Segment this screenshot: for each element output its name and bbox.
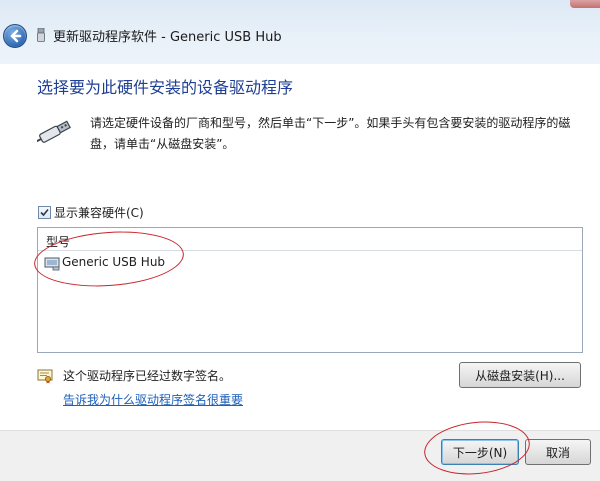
list-item-label: Generic USB Hub	[62, 255, 166, 269]
hardware-device-icon	[44, 257, 60, 271]
page-heading: 选择要为此硬件安装的设备驱动程序	[37, 78, 294, 97]
usb-plug-icon	[37, 120, 71, 143]
model-list[interactable]: 型号 Generic USB Hub	[37, 227, 583, 353]
signing-info-link[interactable]: 告诉我为什么驱动程序签名很重要	[63, 391, 243, 408]
next-button[interactable]: 下一步(N)	[441, 439, 519, 465]
back-button[interactable]	[3, 24, 27, 48]
back-arrow-icon	[10, 29, 22, 43]
cancel-button[interactable]: 取消	[525, 439, 591, 465]
checkmark-icon	[40, 208, 49, 217]
show-compatible-label[interactable]: 显示兼容硬件(C)	[54, 204, 144, 221]
list-item[interactable]: Generic USB Hub	[40, 252, 180, 274]
window-title: 更新驱动程序软件 - Generic USB Hub	[53, 30, 282, 45]
close-button[interactable]	[570, 0, 600, 8]
show-compatible-checkbox[interactable]	[38, 206, 51, 219]
usb-device-icon	[37, 28, 45, 42]
signed-certificate-icon	[37, 369, 53, 384]
signature-status: 这个驱动程序已经过数字签名。	[63, 369, 232, 383]
instruction-text: 请选定硬件设备的厂商和型号，然后单击“下一步”。如果手头有包含要安装的驱动程序的…	[90, 116, 571, 151]
have-disk-button[interactable]: 从磁盘安装(H)...	[459, 362, 581, 388]
list-header[interactable]: 型号	[38, 228, 582, 251]
list-header-label: 型号	[46, 235, 71, 249]
